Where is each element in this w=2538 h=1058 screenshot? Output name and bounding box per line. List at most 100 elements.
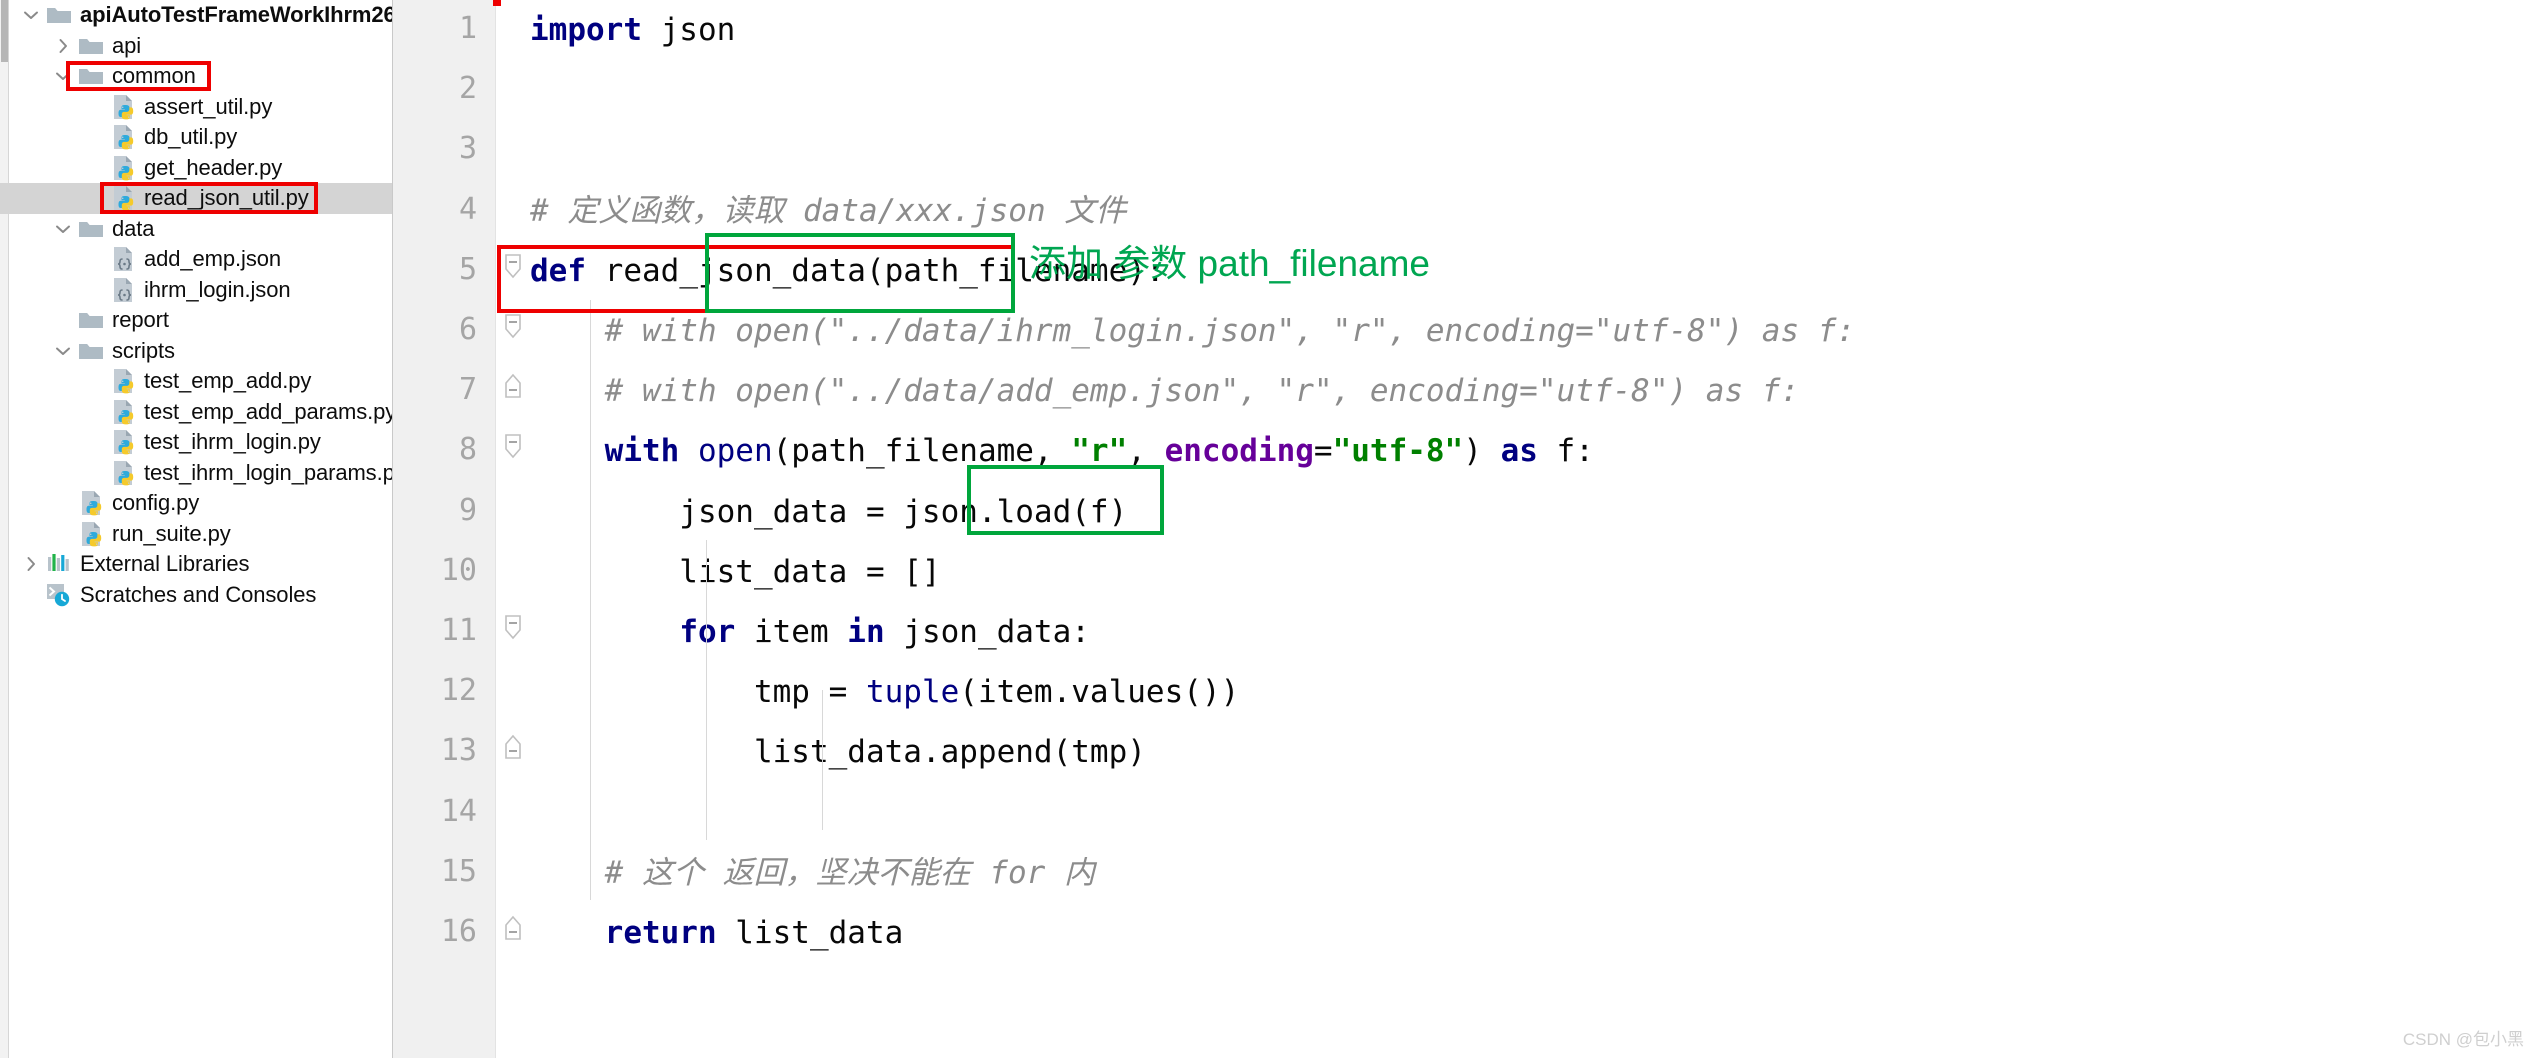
folder-icon (44, 4, 74, 26)
chevron-down-icon[interactable] (50, 66, 76, 86)
tree-item-label: ihrm_login.json (144, 276, 291, 302)
code-token: # with open("../data/add_emp.json", "r",… (530, 373, 1800, 410)
code-token: = (1313, 433, 1333, 470)
code-line-6[interactable]: # with open("../data/ihrm_login.json", "… (530, 301, 1855, 361)
chevron-right-icon[interactable] (50, 36, 76, 56)
line-number: 11 (440, 613, 477, 648)
tree-item-label: get_header.py (144, 154, 283, 180)
chevron-down-icon[interactable] (50, 219, 76, 239)
line-number: 12 (440, 673, 477, 709)
line-number: 13 (440, 733, 477, 769)
tree-item-test-emp-add-py[interactable]: test_emp_add.py (10, 366, 392, 397)
code-fold-end-icon[interactable] (502, 373, 524, 412)
folder-icon (76, 309, 106, 331)
tree-item-label: test_emp_add_params.py (144, 398, 393, 424)
tree-item-db-util-py[interactable]: db_util.py (10, 122, 392, 153)
tree-item-config-py[interactable]: config.py (10, 488, 392, 519)
code-editor[interactable]: 1 2 3 4 5 6 7 8 9 10 11 12 13 14 15 16 import json # 定义函… (393, 0, 2538, 1058)
code-line-12[interactable]: tmp = tuple(item.values()) (530, 662, 1239, 722)
tree-item-label: run_suite.py (112, 520, 231, 546)
code-token: list_data = [] (530, 553, 941, 590)
indent-guide (706, 540, 707, 840)
code-token: def (530, 252, 586, 289)
code-line-16[interactable]: return list_data (530, 903, 904, 963)
code-line-7[interactable]: # with open("../data/add_emp.json", "r",… (530, 361, 1799, 421)
code-line-15[interactable]: # 这个 返回，坚决不能在 for 内 (530, 843, 1095, 903)
code-line-1[interactable]: import json (530, 0, 735, 60)
code-token: json_data = json.load(f) (530, 493, 1128, 530)
tree-item-api[interactable]: api (10, 31, 392, 62)
tree-item-get-header-py[interactable]: get_header.py (10, 153, 392, 184)
folder-icon (76, 340, 106, 362)
code-token: "r" (1071, 433, 1128, 470)
python-file-icon (108, 429, 138, 455)
code-line-4[interactable]: # 定义函数，读取 data/xxx.json 文件 (530, 181, 1126, 241)
tree-item-label: add_emp.json (144, 246, 282, 272)
code-fold-open-icon[interactable] (502, 313, 524, 352)
tree-item-read-json-util-py[interactable]: read_json_util.py (0, 183, 392, 214)
python-file-icon (76, 521, 106, 547)
code-fold-end-icon[interactable] (502, 915, 524, 954)
chevron-down-icon[interactable] (50, 341, 76, 361)
code-line-10[interactable]: list_data = [] (530, 542, 941, 602)
code-token: tuple (865, 674, 960, 711)
tree-item-label: scripts (112, 337, 175, 363)
python-file-icon (108, 155, 138, 181)
scrollbar-thumb[interactable] (1, 0, 8, 62)
tree-item-ihrm-login-json[interactable]: ihrm_login.json (10, 275, 392, 306)
code-token: f: (1537, 433, 1594, 470)
code-token: "utf-8" (1332, 433, 1464, 470)
python-file-icon (108, 368, 138, 394)
code-token: (item.values()) (959, 674, 1240, 711)
code-line-11[interactable]: for item in json_data: (530, 602, 1090, 662)
tree-item-label: apiAutoTestFrameWorkIhrm26 (80, 2, 393, 28)
tree-item-common[interactable]: common (10, 61, 392, 92)
code-token: # 定义函数，读取 data/xxx.json 文件 (530, 192, 1127, 229)
tree-item-scratches-and-consoles[interactable]: Scratches and Consoles (10, 580, 392, 611)
tree-item-apiautotestframeworkihrm26[interactable]: apiAutoTestFrameWorkIhrm26 (10, 0, 392, 31)
project-tool-window: apiAutoTestFrameWorkIhrm26 api common asser… (0, 0, 393, 1058)
line-number: 14 (440, 793, 477, 829)
indent-guide (590, 300, 591, 900)
line-number: 6 (458, 312, 477, 347)
tree-item-label: test_emp_add.py (144, 368, 312, 394)
tree-item-test-emp-add-params-py[interactable]: test_emp_add_params.py (10, 397, 392, 428)
code-folding-column[interactable] (496, 0, 530, 1058)
line-number: 7 (458, 372, 477, 408)
tree-item-test-ihrm-login-params-py[interactable]: test_ihrm_login_params.py (10, 458, 392, 489)
code-fold-open-icon[interactable] (502, 253, 524, 292)
tree-item-assert-util-py[interactable]: assert_util.py (10, 92, 392, 123)
editor-code-area[interactable]: import json # 定义函数，读取 data/xxx.json 文件 def… (530, 0, 2538, 1058)
project-tree-scrollbar[interactable] (0, 0, 9, 1058)
tree-item-label: data (112, 215, 155, 241)
code-line-13[interactable]: list_data.append(tmp) (530, 722, 1146, 782)
code-token: encoding (1164, 433, 1314, 470)
code-line-8[interactable]: with open(path_filename, "r", encoding="… (530, 421, 1594, 481)
code-token: item (735, 614, 848, 650)
python-file-icon (108, 124, 138, 150)
pycharm-window: apiAutoTestFrameWorkIhrm26 api common asser… (0, 0, 2538, 1058)
tree-item-label: read_json_util.py (144, 185, 309, 211)
json-file-icon (108, 277, 138, 303)
code-fold-open-icon[interactable] (502, 433, 524, 472)
editor-gutter[interactable]: 1 2 3 4 5 6 7 8 9 10 11 12 13 14 15 16 (393, 0, 496, 1058)
tree-item-report[interactable]: report (10, 305, 392, 336)
tree-item-external-libraries[interactable]: External Libraries (10, 549, 392, 580)
tree-item-data[interactable]: data (10, 214, 392, 245)
tree-item-label: test_ihrm_login_params.py (144, 459, 393, 485)
project-tree: apiAutoTestFrameWorkIhrm26 api common asser… (0, 0, 392, 1058)
tree-item-test-ihrm-login-py[interactable]: test_ihrm_login.py (10, 427, 392, 458)
chevron-right-icon[interactable] (18, 554, 44, 574)
chevron-down-icon[interactable] (18, 5, 44, 25)
tree-item-scripts[interactable]: scripts (10, 336, 392, 367)
line-number: 5 (458, 251, 477, 287)
tree-item-add-emp-json[interactable]: add_emp.json (10, 244, 392, 275)
code-line-9[interactable]: json_data = json.load(f) (530, 482, 1127, 542)
folder-icon (76, 65, 106, 87)
folder-icon (76, 218, 106, 240)
tree-item-run-suite-py[interactable]: run_suite.py (10, 519, 392, 550)
code-fold-open-icon[interactable] (502, 614, 524, 653)
code-fold-end-icon[interactable] (502, 734, 524, 773)
